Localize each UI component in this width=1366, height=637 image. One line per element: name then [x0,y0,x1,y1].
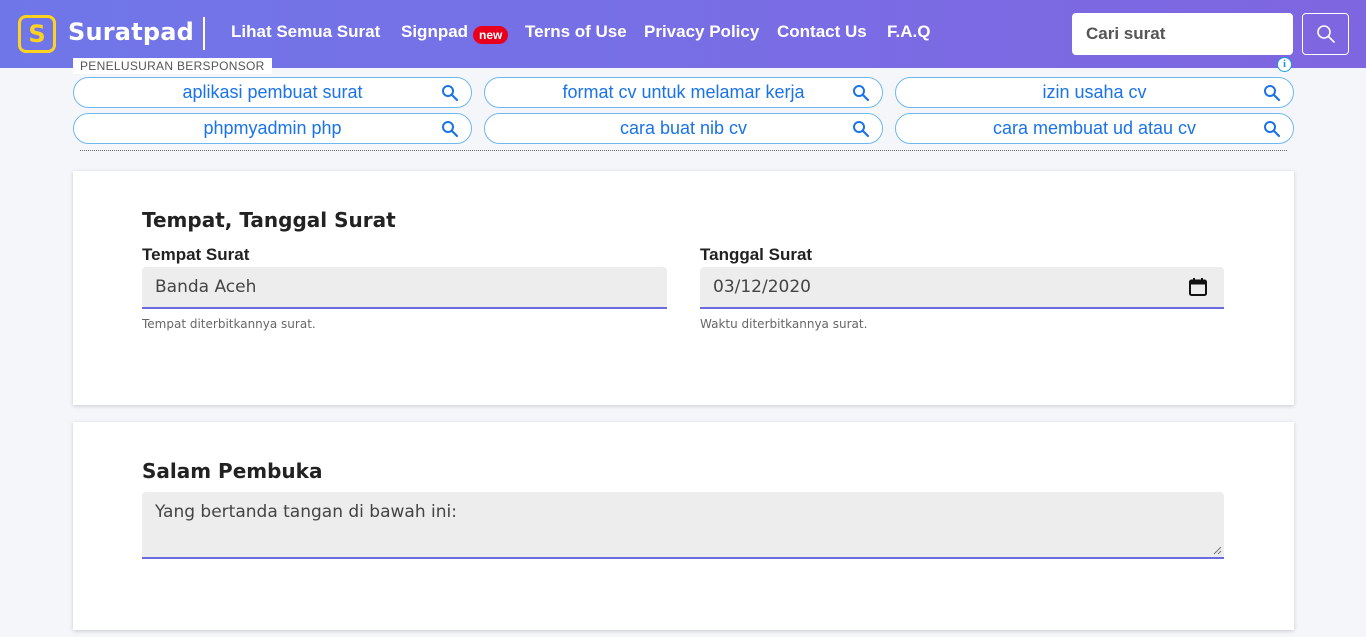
ad-link[interactable]: aplikasi pembuat surat [73,77,472,108]
sponsored-label: PENELUSURAN BERSPONSOR [73,58,272,74]
greeting-textarea[interactable]: Yang bertanda tangan di bawah ini: [142,492,1224,559]
search-icon [1264,85,1281,102]
date-input[interactable] [700,267,1224,309]
ad-divider [80,150,1287,151]
ad-link-label: phpmyadmin php [203,118,342,138]
ad-link-label: izin usaha cv [1042,82,1147,102]
section-title: Salam Pembuka [142,459,323,483]
calendar-icon[interactable] [1188,277,1208,297]
place-help-text: Tempat diterbitkannya surat. [142,317,316,331]
search-icon [442,121,459,138]
nav-link-all-letters[interactable]: Lihat Semua Surat [231,22,380,42]
search-icon [853,121,870,138]
new-badge: new [473,26,509,44]
search-icon [853,85,870,102]
nav-link-terms[interactable]: Terns of Use [525,22,627,42]
place-label: Tempat Surat [142,245,250,264]
info-icon[interactable]: i [1277,57,1292,72]
nav-link-contact[interactable]: Contact Us [777,22,867,42]
date-field[interactable] [700,267,1224,309]
logo-icon[interactable]: S [18,15,56,53]
ad-link[interactable]: cara buat nib cv [484,113,883,144]
nav-link-privacy[interactable]: Privacy Policy [644,22,759,42]
ad-link[interactable]: phpmyadmin php [73,113,472,144]
date-label: Tanggal Surat [700,245,813,264]
place-input[interactable] [142,267,667,309]
search-input[interactable] [1072,13,1293,55]
brand-divider [203,17,205,50]
ad-link-label: format cv untuk melamar kerja [562,82,805,102]
nav-link-faq[interactable]: F.A.Q [887,22,930,42]
ad-link-label: cara membuat ud atau cv [992,118,1197,138]
ad-link-label: aplikasi pembuat surat [182,82,363,102]
greeting-text: Yang bertanda tangan di bawah ini: [155,502,457,522]
ad-link-label: cara buat nib cv [619,118,748,138]
date-help-text: Waktu diterbitkannya surat. [700,317,868,331]
ad-link[interactable]: izin usaha cv [895,77,1294,108]
place-date-card: Tempat, Tanggal Surat Tempat Surat Tempa… [73,171,1294,405]
ad-link[interactable]: format cv untuk melamar kerja [484,77,883,108]
brand-name[interactable]: Suratpad [68,18,194,46]
search-icon [1316,25,1335,43]
section-title: Tempat, Tanggal Surat [142,208,396,232]
nav-link-signpad[interactable]: Signpad [401,22,468,42]
search-icon [442,85,459,102]
ad-link[interactable]: cara membuat ud atau cv [895,113,1294,144]
resize-grip-icon[interactable] [1213,546,1222,555]
search-button[interactable] [1302,13,1349,55]
greeting-card: Salam Pembuka Yang bertanda tangan di ba… [73,422,1294,630]
search-icon [1264,121,1281,138]
